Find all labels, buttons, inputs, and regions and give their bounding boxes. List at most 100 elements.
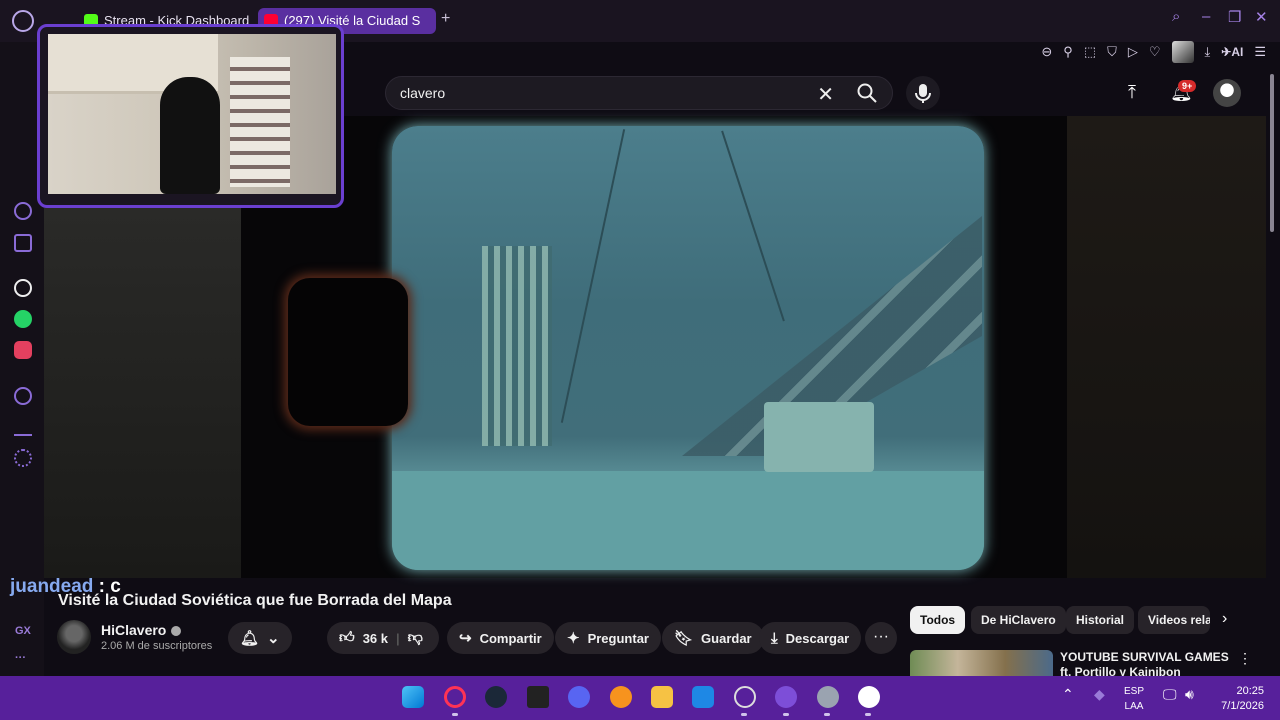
download-button[interactable]: ⤓ Descargar	[759, 622, 862, 654]
ask-button[interactable]: ✦ Preguntar	[555, 622, 661, 654]
webcam-posters	[230, 57, 290, 187]
chat-username: juandead	[10, 576, 94, 597]
related-video-thumbnail[interactable]	[910, 650, 1053, 676]
speed-dial-icon[interactable]	[14, 202, 32, 220]
like-count[interactable]: 36 k	[363, 631, 388, 646]
related-more-icon[interactable]: ⋮	[1238, 650, 1252, 667]
scrollbar-thumb[interactable]	[1270, 74, 1274, 232]
maximize-icon[interactable]: ❐	[1228, 8, 1241, 26]
ambient-blur-left	[44, 208, 241, 578]
chevron-right-icon[interactable]: ›	[1222, 610, 1227, 628]
history-icon[interactable]	[14, 387, 32, 405]
subscribed-bell-button[interactable]: 🔔︎ ⌄	[228, 622, 292, 654]
epic-games-icon[interactable]	[527, 686, 549, 708]
kick-icon[interactable]	[858, 686, 880, 708]
notifications-badge: 9+	[1178, 80, 1197, 92]
like-icon[interactable]: 👍︎	[339, 629, 355, 647]
snapshot-icon[interactable]: ⬚	[1084, 44, 1096, 60]
photos-icon[interactable]	[692, 686, 714, 708]
downloads-icon[interactable]	[14, 418, 32, 436]
stream-overlay-box	[288, 278, 408, 426]
chip-todos[interactable]: Todos	[910, 606, 966, 634]
clock-time: 20:25	[1236, 685, 1264, 697]
save-label: Guardar	[701, 630, 752, 646]
vpn-shield-icon[interactable]: ⛉	[1107, 44, 1117, 60]
profile-avatar[interactable]	[1171, 41, 1194, 63]
verified-badge-icon	[171, 626, 182, 637]
like-divider: |	[396, 630, 400, 646]
heart-icon[interactable]: ♡	[1149, 44, 1161, 60]
gx-label: GX	[15, 625, 31, 637]
dislike-icon[interactable]: 👎︎	[408, 629, 423, 647]
new-tab-button[interactable]: +	[441, 10, 450, 28]
video-wire	[721, 130, 785, 322]
sidebar-more-icon[interactable]: ···	[15, 652, 26, 664]
windows-start-icon[interactable]	[402, 686, 424, 708]
chatgpt-icon[interactable]	[14, 279, 32, 297]
upload-icon[interactable]: ⤒	[1128, 82, 1136, 103]
player-icon[interactable]: ▷	[1128, 44, 1138, 60]
extensions-icon[interactable]	[14, 234, 32, 252]
running-indicator	[783, 713, 789, 716]
channel-avatar[interactable]	[57, 620, 91, 654]
file-explorer-icon[interactable]	[651, 686, 673, 708]
video-ground	[392, 471, 984, 570]
webcam-person	[160, 77, 220, 194]
related-video-title[interactable]: YOUTUBE SURVIVAL GAMES ft. Portillo y Ka…	[1060, 650, 1238, 676]
keyboard-layout: LAA	[1124, 701, 1144, 712]
like-dislike-group: 👍︎ 36 k | 👎︎	[327, 622, 439, 654]
bookmark-icon: 🔖︎	[674, 630, 694, 647]
settings-icon[interactable]	[817, 686, 839, 708]
search-input[interactable]: clavero ✕	[385, 76, 893, 110]
opera-menu-icon[interactable]	[12, 10, 34, 32]
language-code: ESP	[1124, 686, 1145, 697]
menu-icon[interactable]: ☰	[1254, 44, 1266, 60]
steam-icon[interactable]	[485, 686, 507, 708]
opera-gx-icon[interactable]	[444, 686, 466, 708]
voice-search-button[interactable]	[906, 76, 940, 110]
language-indicator[interactable]: ESP LAA	[1124, 684, 1144, 714]
save-button[interactable]: 🔖︎ Guardar	[662, 622, 764, 654]
tray-chevron-up-icon[interactable]: ⌃	[1062, 686, 1074, 703]
aria-ai-button[interactable]: ✈AI	[1221, 45, 1243, 59]
chat-overlay-message: juandead : c	[10, 576, 121, 598]
chat-icon[interactable]	[775, 686, 797, 708]
zoom-icon[interactable]: ⊖	[1041, 44, 1052, 60]
chip-de-hiclavero[interactable]: De HiClavero	[971, 606, 1066, 634]
desktop: { "browser": { "tabs": [ {"label": "Stre…	[0, 0, 1280, 720]
fl-studio-icon[interactable]	[610, 686, 632, 708]
channel-name-text: HiClavero	[101, 622, 167, 638]
minimize-icon[interactable]: –	[1202, 8, 1210, 25]
video-frame[interactable]	[392, 126, 984, 570]
download-icon[interactable]: ⤓	[1205, 44, 1211, 60]
system-clock[interactable]: 20:25 7/1/2026	[1212, 684, 1264, 714]
close-window-icon[interactable]: ✕	[1255, 8, 1268, 26]
pin-icon[interactable]: ⚲	[1063, 44, 1073, 60]
share-label: Compartir	[479, 630, 542, 646]
share-button[interactable]: ↪ Compartir	[447, 622, 554, 654]
chat-text: c	[110, 576, 121, 597]
obs-icon[interactable]	[734, 686, 756, 708]
ai-label: AI	[1231, 45, 1244, 59]
chip-videos-relacionados[interactable]: Videos rela	[1138, 606, 1210, 634]
settings-icon[interactable]	[14, 449, 32, 467]
running-indicator	[865, 713, 871, 716]
chat-separator: :	[93, 576, 111, 597]
search-icon[interactable]	[856, 82, 878, 104]
download-arrow-icon: ⤓	[771, 629, 778, 647]
download-label: Descargar	[785, 630, 850, 646]
tray-app-icon[interactable]: ◆	[1094, 686, 1105, 703]
discord-icon[interactable]	[568, 686, 590, 708]
instagram-icon[interactable]	[14, 341, 32, 359]
browser-toolbar: ⊖ ⚲ ⬚ ⛉ ▷ ♡ ⤓ ✈AI ☰	[1041, 41, 1266, 63]
clear-search-icon[interactable]: ✕	[817, 82, 834, 107]
network-icon[interactable]: 🖵︎	[1163, 686, 1177, 703]
subscriber-count: 2.06 M de suscriptores	[101, 640, 213, 652]
channel-name[interactable]: HiClavero	[101, 622, 182, 638]
chip-historial[interactable]: Historial	[1066, 606, 1135, 634]
more-actions-button[interactable]: ···	[865, 622, 897, 654]
volume-icon[interactable]: 🔊︎	[1185, 686, 1194, 703]
account-avatar[interactable]	[1213, 79, 1241, 107]
search-tabs-icon[interactable]: ⌕	[1172, 8, 1180, 25]
whatsapp-icon[interactable]	[14, 310, 32, 328]
